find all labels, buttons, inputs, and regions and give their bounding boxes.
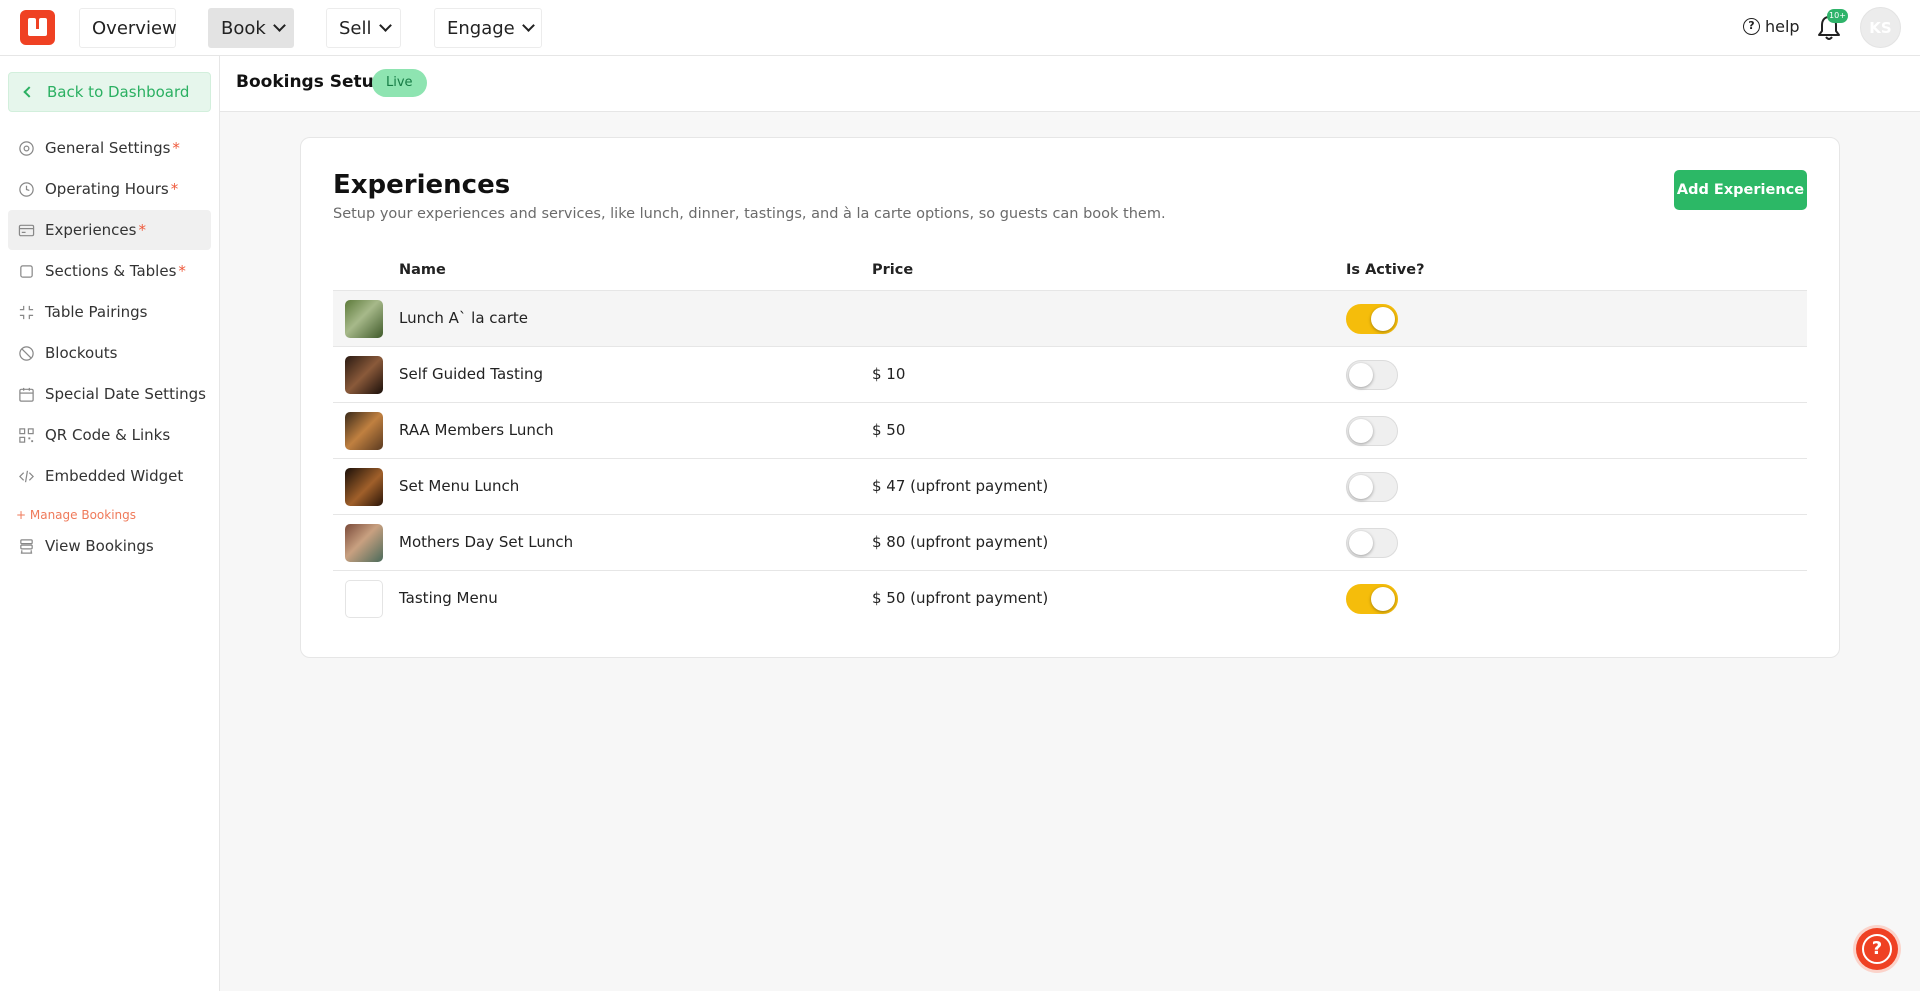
gear-icon — [19, 140, 34, 156]
sidebar: Back to Dashboard General Settings * Oper… — [0, 56, 220, 991]
sidebar-item-table-pairings[interactable]: Table Pairings — [8, 292, 211, 332]
help-fab-button[interactable]: ? — [1856, 928, 1898, 970]
nav-engage[interactable]: Engage — [434, 8, 542, 48]
experience-name: Lunch A` la carte — [399, 309, 529, 327]
sidebar-item-special-date-settings[interactable]: Special Date Settings — [8, 374, 211, 414]
active-toggle[interactable] — [1346, 584, 1398, 614]
compress-icon — [19, 305, 34, 319]
status-badge: Live — [372, 69, 427, 97]
page-title: Bookings Setup — [236, 72, 386, 92]
nav-book[interactable]: Book — [208, 8, 294, 48]
experience-price: $ 50 (upfront payment) — [872, 589, 1049, 607]
code-icon — [19, 470, 34, 482]
nav-overview-label: Overview — [92, 17, 177, 39]
sidebar-item-blockouts[interactable]: Blockouts — [8, 333, 211, 373]
column-header-price: Price — [872, 262, 914, 278]
calendar-icon — [19, 387, 34, 402]
chevron-down-icon — [521, 19, 535, 32]
active-toggle[interactable] — [1346, 472, 1398, 502]
sidebar-item-label: Embedded Widget — [45, 467, 184, 485]
active-toggle[interactable] — [1346, 528, 1398, 558]
chevron-down-icon — [378, 19, 392, 32]
experience-price: $ 47 (upfront payment) — [872, 477, 1049, 495]
required-marker: * — [170, 180, 179, 198]
nav-engage-label: Engage — [447, 17, 515, 39]
sidebar-item-embedded-widget[interactable]: Embedded Widget — [8, 456, 211, 496]
experience-price: $ 80 (upfront payment) — [872, 533, 1049, 551]
experience-name: RAA Members Lunch — [399, 421, 554, 439]
sidebar-item-view-bookings[interactable]: View Bookings — [8, 526, 211, 566]
block-icon — [19, 345, 34, 361]
table-row[interactable]: Lunch A` la carte — [333, 290, 1807, 346]
experience-name: Set Menu Lunch — [399, 477, 520, 495]
sidebar-item-label: Blockouts — [45, 344, 118, 362]
sidebar-item-experiences[interactable]: Experiences * — [8, 210, 211, 250]
active-toggle[interactable] — [1346, 360, 1398, 390]
section-description: Setup your experiences and services, lik… — [333, 206, 1166, 222]
experience-price: $ 50 — [872, 421, 906, 439]
chevron-down-icon — [272, 19, 286, 32]
back-to-dashboard-label: Back to Dashboard — [47, 83, 190, 101]
experience-thumbnail — [345, 524, 383, 562]
help-label: help — [1765, 17, 1800, 36]
required-marker: * — [172, 139, 180, 157]
help-link[interactable]: ? help — [1743, 17, 1800, 36]
nav-sell[interactable]: Sell — [326, 8, 401, 48]
sidebar-item-label: QR Code & Links — [45, 426, 171, 444]
experience-thumbnail — [345, 356, 383, 394]
page-header: Bookings Setup Live — [220, 56, 1920, 112]
table-row[interactable]: Tasting Menu $ 50 (upfront payment) — [333, 570, 1807, 626]
nav-book-label: Book — [221, 17, 266, 39]
experience-thumbnail — [345, 468, 383, 506]
sidebar-item-label: General Settings — [45, 139, 171, 157]
top-bar: Overview Book Sell Engage ? help 10+ KS — [0, 0, 1920, 56]
sidebar-item-label: Operating Hours — [45, 180, 169, 198]
sidebar-item-qr-code-links[interactable]: QR Code & Links — [8, 415, 211, 455]
question-circle-icon: ? — [1743, 18, 1760, 35]
experience-price: $ 10 — [872, 365, 906, 383]
column-header-active: Is Active? — [1346, 262, 1425, 278]
square-icon — [20, 264, 33, 278]
question-icon: ? — [1862, 934, 1892, 964]
column-header-name: Name — [399, 262, 446, 278]
chevron-left-icon — [23, 86, 35, 98]
required-marker: * — [178, 262, 186, 280]
sidebar-item-general-settings[interactable]: General Settings * — [8, 128, 211, 168]
add-experience-button[interactable]: Add Experience — [1674, 170, 1807, 210]
table-row[interactable]: Mothers Day Set Lunch $ 80 (upfront paym… — [333, 514, 1807, 570]
active-toggle[interactable] — [1346, 304, 1398, 334]
nav-sell-label: Sell — [339, 17, 372, 39]
qr-icon — [19, 427, 34, 443]
manage-bookings-heading: + Manage Bookings — [16, 508, 137, 522]
back-to-dashboard-button[interactable]: Back to Dashboard — [8, 72, 211, 112]
sidebar-item-label: Special Date Settings — [45, 385, 206, 403]
experience-thumbnail — [345, 412, 383, 450]
sidebar-item-sections-tables[interactable]: Sections & Tables * — [8, 251, 211, 291]
experience-thumbnail — [345, 580, 383, 618]
notification-badge: 10+ — [1827, 9, 1848, 23]
avatar[interactable]: KS — [1860, 7, 1901, 48]
table-row[interactable]: Set Menu Lunch $ 47 (upfront payment) — [333, 458, 1807, 514]
active-toggle[interactable] — [1346, 416, 1398, 446]
sidebar-item-label: View Bookings — [45, 537, 154, 555]
experience-name: Self Guided Tasting — [399, 365, 544, 383]
sidebar-item-label: Experiences — [45, 221, 137, 239]
experience-name: Tasting Menu — [399, 589, 498, 607]
section-title: Experiences — [333, 170, 511, 200]
experience-name: Mothers Day Set Lunch — [399, 533, 574, 551]
sidebar-item-label: Table Pairings — [45, 303, 148, 321]
table-row[interactable]: RAA Members Lunch $ 50 — [333, 402, 1807, 458]
stack-icon — [20, 538, 33, 554]
clock-icon — [19, 181, 34, 197]
required-marker: * — [138, 221, 146, 239]
app-logo-icon[interactable] — [20, 10, 55, 45]
experience-thumbnail — [345, 300, 383, 338]
nav-overview[interactable]: Overview — [79, 8, 177, 48]
sidebar-item-operating-hours[interactable]: Operating Hours * — [8, 169, 211, 209]
experiences-card: Experiences Setup your experiences and s… — [300, 137, 1840, 658]
sidebar-item-label: Sections & Tables — [45, 262, 177, 280]
table-row[interactable]: Self Guided Tasting $ 10 — [333, 346, 1807, 402]
card-icon — [18, 224, 35, 236]
